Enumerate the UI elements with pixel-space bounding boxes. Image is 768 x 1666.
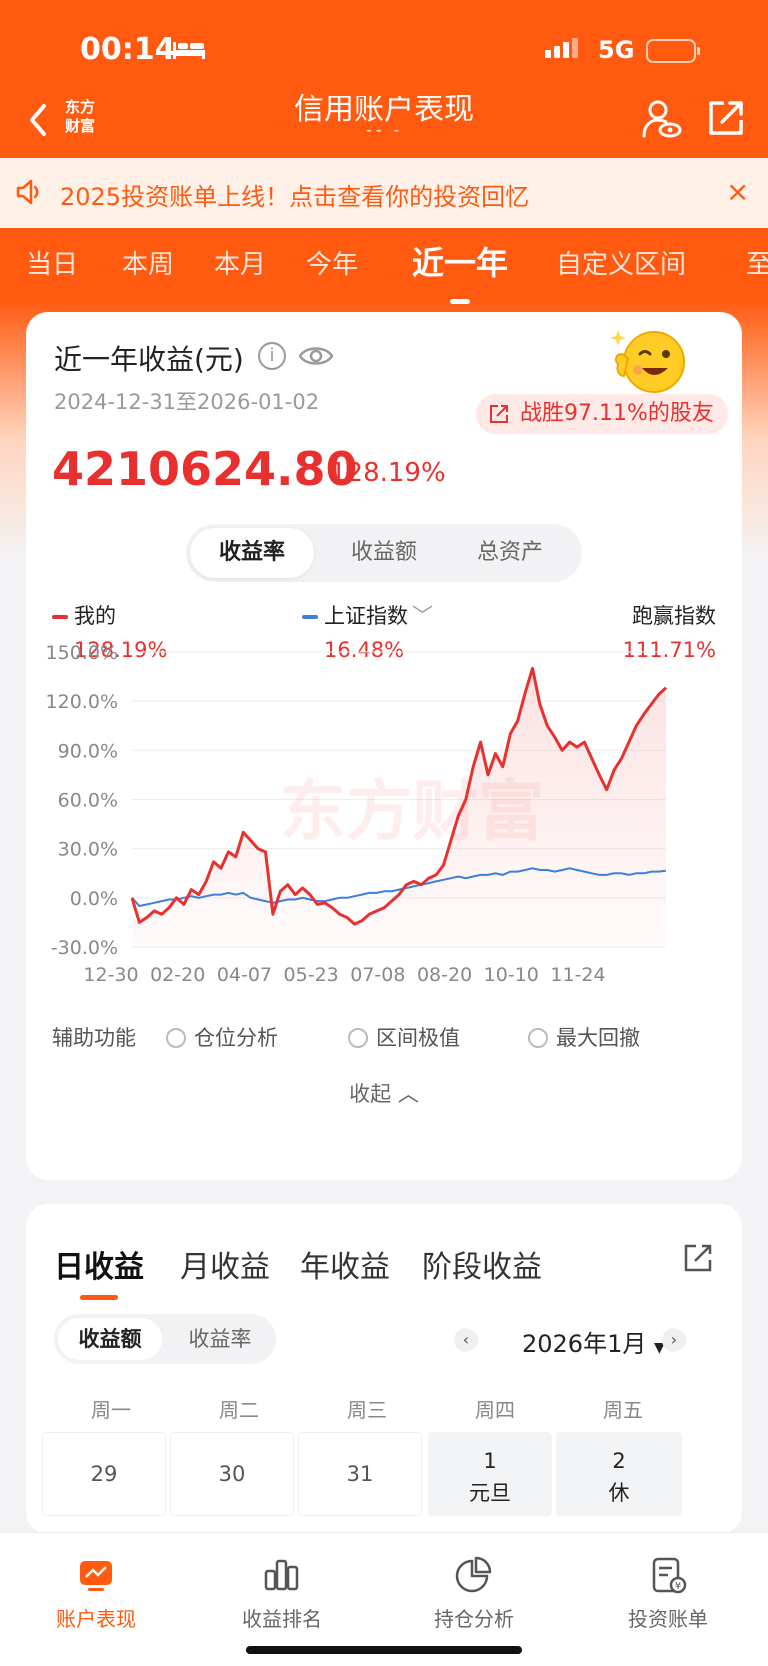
close-icon[interactable]: × [726, 178, 749, 206]
sleep-mode-icon [173, 42, 205, 59]
tab-daily-earnings[interactable]: 日收益 [54, 1242, 144, 1300]
calendar-day[interactable]: 2休 [556, 1432, 682, 1516]
tab-monthly-earnings[interactable]: 月收益 [180, 1242, 270, 1286]
month-next-button[interactable]: › [662, 1328, 686, 1352]
title-tab-notch [300, 72, 466, 96]
weekday-label: 周一 [91, 1398, 131, 1422]
network-type: 5G [598, 36, 635, 64]
nav-earnings-ranking[interactable]: 收益排名 [186, 1555, 378, 1632]
tab-custom-range[interactable]: 自定义区间 [556, 244, 686, 281]
share-icon[interactable] [706, 98, 746, 138]
mode-earnings-rate[interactable]: 收益率 [168, 1318, 272, 1360]
share-small-icon [490, 405, 508, 423]
notice-banner[interactable]: 2025投资账单上线！点击查看你的投资回忆 × [0, 158, 768, 228]
x-tick-label: 07-08 [350, 964, 405, 982]
earnings-card: 日收益 月收益 年收益 阶段收益 收益额 收益率 ‹ 2026年1月 ▼ › 周… [26, 1204, 742, 1534]
option-max-drawdown[interactable]: 最大回撤 [528, 1022, 640, 1052]
y-tick-label: -30.0% [51, 937, 118, 959]
x-tick-label: 12-30 [83, 964, 138, 982]
trend-chart-icon [80, 1561, 112, 1591]
mode-return-rate[interactable]: 收益率 [190, 528, 314, 578]
collapse-button[interactable]: 收起 ︿ [26, 1078, 742, 1108]
signal-icon [545, 38, 581, 58]
summary-title: 近一年收益(元) [54, 343, 244, 376]
battery-icon [646, 39, 700, 63]
x-tick-label: 05-23 [284, 964, 339, 982]
info-icon[interactable]: i [258, 342, 286, 370]
x-tick-label: 11-24 [550, 964, 605, 982]
status-time: 00:14 [80, 32, 176, 67]
pie-chart-icon [455, 1556, 492, 1593]
calendar-day[interactable]: 31 [298, 1432, 422, 1516]
mode-return-amount[interactable]: 收益额 [322, 528, 446, 578]
bar-chart-icon [264, 1559, 299, 1591]
y-tick-label: 120.0% [46, 691, 118, 713]
calendar-day[interactable]: 1 元旦 [428, 1432, 552, 1516]
radio-icon [348, 1028, 368, 1048]
month-selector[interactable]: 2026年1月 ▼ [522, 1324, 665, 1359]
mode-total-assets[interactable]: 总资产 [448, 528, 572, 578]
tab-month[interactable]: 本月 [214, 244, 266, 281]
wink-emoji-icon [610, 330, 685, 393]
return-chart[interactable]: 东方财富 150.0%120.0%90.0%60.0%30.0%0.0%-30.… [26, 642, 742, 982]
export-icon[interactable] [682, 1242, 714, 1274]
chart-mode-toggle: 收益率 收益额 总资产 [186, 524, 582, 582]
weekday-label: 周四 [475, 1398, 515, 1422]
y-tick-label: 150.0% [46, 642, 118, 664]
x-tick-label: 04-07 [217, 964, 272, 982]
legend-beat-name: 跑赢指数 [632, 604, 716, 628]
legend-index-name: 上证指数 [324, 604, 408, 628]
month-prev-button[interactable]: ‹ [454, 1328, 478, 1352]
tab-ytd[interactable]: 今年 [306, 244, 358, 281]
y-tick-label: 60.0% [58, 790, 118, 812]
total-profit-pct: 128.19% [330, 458, 446, 488]
tab-today[interactable]: 当日 [26, 244, 78, 281]
tab-week[interactable]: 本周 [122, 244, 174, 281]
date-range: 2024-12-31至2026-01-02 [54, 390, 320, 414]
x-tick-label: 02-20 [150, 964, 205, 982]
x-tick-label: 08-20 [417, 964, 472, 982]
speaker-icon [16, 179, 39, 205]
nav-account-performance[interactable]: 账户表现 [0, 1555, 192, 1632]
x-tick-label: 10-10 [484, 964, 539, 982]
performance-card: 近一年收益(元) i 2024-12-31至2026-01-02 战胜97.11… [26, 312, 742, 1180]
total-profit-value: 4210624.80 [52, 442, 358, 496]
beat-text: 战胜97.11%的股友 [520, 401, 714, 426]
mode-earnings-amount[interactable]: 收益额 [58, 1318, 162, 1360]
eye-icon[interactable] [298, 342, 334, 370]
weekday-label: 周五 [603, 1398, 643, 1422]
tab-stage-earnings[interactable]: 阶段收益 [422, 1242, 542, 1286]
aux-label: 辅助功能 [52, 1026, 136, 1050]
legend-mine-name: 我的 [74, 604, 116, 628]
calendar-day[interactable]: 30 [170, 1432, 294, 1516]
home-indicator [246, 1646, 522, 1654]
notice-text: 2025投资账单上线！点击查看你的投资回忆 [60, 183, 530, 211]
tab-last-year[interactable]: 近一年 [412, 238, 508, 304]
calendar-day[interactable]: 29 [42, 1432, 166, 1516]
option-position-analysis[interactable]: 仓位分析 [166, 1022, 278, 1052]
radio-icon [166, 1028, 186, 1048]
y-tick-label: 0.0% [70, 888, 118, 910]
y-tick-label: 30.0% [58, 839, 118, 861]
chevron-down-icon: ﹀ [412, 604, 433, 628]
chevron-up-icon: ︿ [397, 1082, 419, 1106]
earnings-mode-toggle: 收益额 收益率 [54, 1314, 276, 1364]
tab-yearly-earnings[interactable]: 年收益 [300, 1242, 390, 1286]
user-view-icon[interactable] [640, 98, 682, 140]
nav-holdings-analysis[interactable]: 持仓分析 [378, 1555, 570, 1632]
tab-more[interactable]: 至 [746, 244, 768, 281]
y-tick-label: 90.0% [58, 740, 118, 762]
radio-icon [528, 1028, 548, 1048]
bill-icon: ¥ [652, 1557, 687, 1594]
period-tabs: 当日 本周 本月 今年 近一年 自定义区间 至 [0, 228, 768, 308]
beat-badge[interactable]: 战胜97.11%的股友 [476, 394, 728, 434]
svg-text:¥: ¥ [675, 1581, 681, 1592]
weekday-label: 周二 [219, 1398, 259, 1422]
nav-investment-bill[interactable]: ¥ 投资账单 [572, 1555, 764, 1632]
weekday-label: 周三 [347, 1398, 387, 1422]
option-range-extremes[interactable]: 区间极值 [348, 1022, 460, 1052]
